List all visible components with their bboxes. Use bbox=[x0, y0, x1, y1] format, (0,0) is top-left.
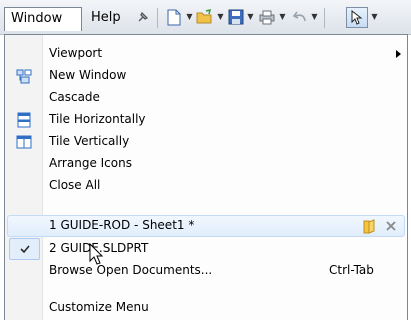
menu-item-label: New Window bbox=[49, 68, 127, 82]
save-icon[interactable] bbox=[227, 8, 245, 26]
menu-item-arrange-icons[interactable]: Arrange Icons bbox=[5, 153, 407, 175]
print-dropdown-icon[interactable]: ▼ bbox=[278, 11, 287, 23]
menu-item-document-1[interactable]: 1 GUIDE-ROD - Sheet1 * bbox=[5, 215, 407, 237]
checkmark-icon bbox=[9, 238, 40, 260]
toolbar-separator bbox=[157, 8, 158, 28]
menu-item-tile-vertically[interactable]: Tile Vertically bbox=[5, 131, 407, 153]
menu-item-label: Tile Vertically bbox=[49, 134, 130, 148]
menu-item-label: Arrange Icons bbox=[49, 156, 132, 170]
new-document-icon[interactable] bbox=[165, 8, 183, 26]
menu-item-cascade[interactable]: Cascade bbox=[5, 87, 407, 109]
open-dropdown-icon[interactable]: ▼ bbox=[216, 11, 225, 23]
menu-item-viewport[interactable]: Viewport bbox=[5, 43, 407, 65]
submenu-arrow-icon bbox=[396, 50, 401, 58]
menu-item-label: Tile Horizontally bbox=[49, 112, 146, 126]
tile-horizontal-icon bbox=[15, 111, 33, 129]
menu-item-label: Browse Open Documents... bbox=[49, 263, 213, 277]
menu-item-label: Cascade bbox=[49, 90, 100, 104]
window-menu-dropdown: Viewport New Window Cascade Tile Horizon… bbox=[4, 34, 408, 320]
menu-item-label: Viewport bbox=[49, 46, 103, 60]
folder-icon[interactable] bbox=[361, 218, 377, 234]
menu-separator bbox=[45, 289, 405, 290]
toolbar-separator bbox=[324, 8, 325, 28]
select-pointer-icon[interactable] bbox=[346, 7, 368, 28]
pin-icon[interactable] bbox=[134, 8, 152, 26]
new-window-icon bbox=[15, 67, 33, 85]
menu-item-browse-open-documents[interactable]: Browse Open Documents... Ctrl-Tab bbox=[5, 260, 407, 282]
menu-help[interactable]: Help bbox=[85, 7, 127, 31]
menu-item-close-all[interactable]: Close All bbox=[5, 175, 407, 197]
menu-item-label: Customize Menu bbox=[49, 300, 149, 314]
menu-item-tile-horizontally[interactable]: Tile Horizontally bbox=[5, 109, 407, 131]
menu-item-customize-menu[interactable]: Customize Menu bbox=[5, 297, 407, 319]
menu-bar: Window Help ▼ ▼ ▼ ▼ ▼ ▼ bbox=[0, 0, 411, 35]
close-icon[interactable] bbox=[383, 218, 399, 234]
menu-item-shortcut: Ctrl-Tab bbox=[329, 263, 374, 277]
menu-separator bbox=[45, 204, 405, 205]
menu-item-label: 1 GUIDE-ROD - Sheet1 * bbox=[49, 218, 195, 232]
mouse-cursor-icon bbox=[89, 242, 105, 267]
new-dropdown-icon[interactable]: ▼ bbox=[185, 11, 194, 23]
menu-item-label: Close All bbox=[49, 178, 101, 192]
undo-icon[interactable] bbox=[291, 8, 309, 26]
undo-dropdown-icon[interactable]: ▼ bbox=[310, 11, 319, 23]
menu-window[interactable]: Window bbox=[4, 7, 82, 31]
tile-vertical-icon bbox=[15, 133, 33, 151]
print-icon[interactable] bbox=[258, 8, 276, 26]
menu-item-document-2[interactable]: 2 GUIDE.SLDPRT bbox=[5, 238, 407, 260]
menu-item-new-window[interactable]: New Window bbox=[5, 65, 407, 87]
open-folder-icon[interactable] bbox=[196, 8, 214, 26]
select-dropdown-icon[interactable]: ▼ bbox=[370, 11, 379, 23]
save-dropdown-icon[interactable]: ▼ bbox=[246, 11, 255, 23]
